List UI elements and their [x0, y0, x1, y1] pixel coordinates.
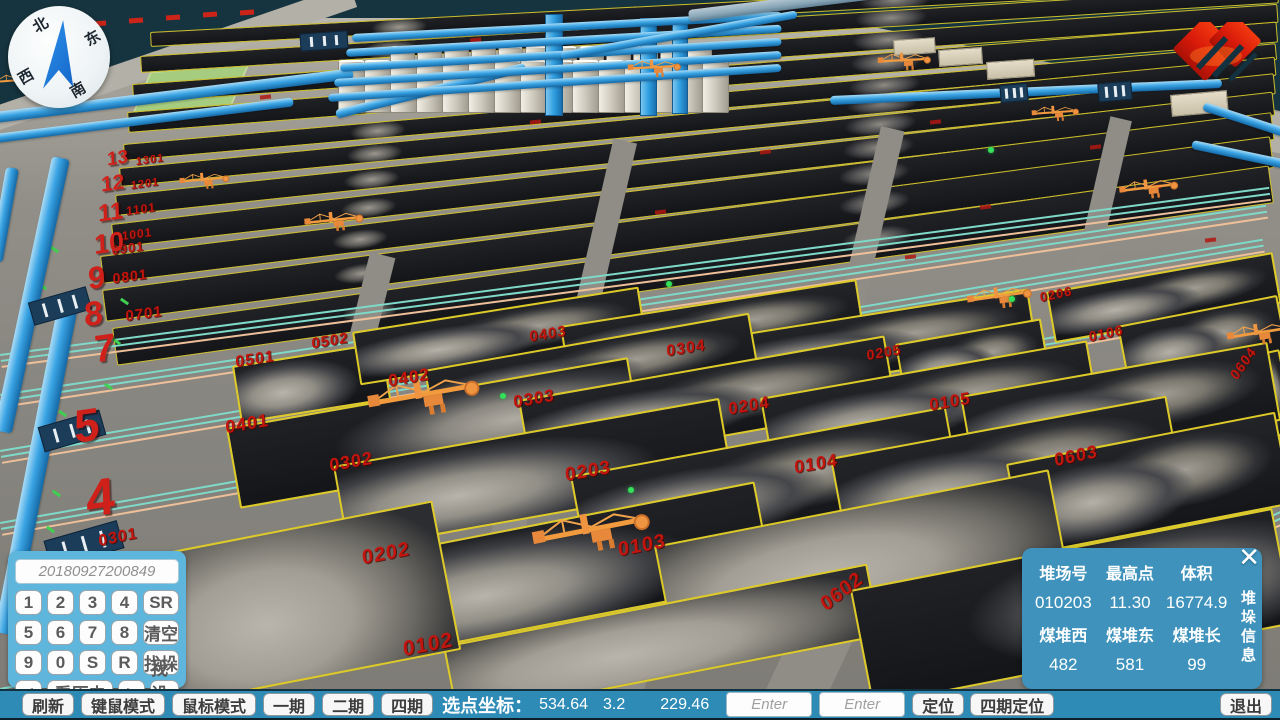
- info-header-cell: 最高点: [1097, 560, 1164, 584]
- junction-box: [999, 83, 1028, 103]
- stacker-reclaimer-machine[interactable]: [1031, 103, 1080, 128]
- key-0[interactable]: 0: [47, 650, 74, 675]
- key-7[interactable]: 7: [79, 620, 106, 645]
- coal-yard-3d-view[interactable]: 1301120111011001090108010701050105020403…: [0, 0, 1280, 720]
- key-9[interactable]: 9: [15, 650, 42, 675]
- enter-input-1[interactable]: [726, 692, 812, 717]
- toolbar-button-四期[interactable]: 四期: [381, 693, 433, 716]
- info-value-cell: 010203: [1030, 593, 1097, 613]
- info-header-cell: 堆场号: [1030, 560, 1097, 584]
- status-dot-green: [1009, 296, 1015, 302]
- row-number: 5: [73, 396, 100, 454]
- status-dot-green: [666, 281, 672, 287]
- quay-red-dash: [129, 18, 143, 24]
- info-value-cell: 16774.9: [1163, 593, 1230, 613]
- keypad-row: 1234SR: [15, 590, 179, 615]
- status-dot-green: [628, 487, 634, 493]
- close-icon[interactable]: ✕: [1238, 544, 1260, 570]
- row-number: 11: [98, 197, 124, 229]
- quay-red-dash: [166, 15, 180, 21]
- quay-red-dash: [203, 12, 217, 18]
- key-SR[interactable]: SR: [143, 590, 179, 615]
- keypad-row: 5678清空: [15, 620, 179, 645]
- status-dot-green: [988, 147, 994, 153]
- distant-pile-mark: [1205, 237, 1216, 242]
- coord-label: 选点坐标：: [442, 692, 532, 718]
- green-marker: [58, 410, 67, 418]
- toolbar-button-四期定位[interactable]: 四期定位: [970, 693, 1054, 716]
- info-value-cell: 11.30: [1097, 593, 1164, 613]
- stacker-reclaimer-machine[interactable]: [627, 57, 682, 85]
- green-marker: [46, 526, 55, 534]
- key-8[interactable]: 8: [111, 620, 138, 645]
- key-S[interactable]: S: [79, 650, 106, 675]
- pile-info-vertical-title: 堆垛信息: [1237, 590, 1258, 666]
- pile-code-input[interactable]: [15, 559, 179, 584]
- junction-box: [1097, 81, 1133, 103]
- info-header-cell: 煤堆西: [1030, 622, 1097, 646]
- key-R[interactable]: R: [111, 650, 138, 675]
- row-number: 7: [93, 326, 115, 372]
- compass-widget[interactable]: 北 东 南 西: [8, 6, 110, 108]
- bottom-toolbar: 刷新键鼠模式鼠标模式一期二期四期 选点坐标： 534.64 3.2 229.46…: [0, 689, 1280, 720]
- toolbar-button-一期[interactable]: 一期: [263, 693, 315, 716]
- info-value-cell: 581: [1097, 655, 1164, 675]
- coord-x-value: 534.64: [539, 696, 588, 714]
- info-header-cell: 体积: [1163, 560, 1230, 584]
- pile-label: 1101: [126, 200, 156, 218]
- junction-box: [299, 30, 348, 51]
- coord-z-value: 229.46: [660, 696, 709, 714]
- row-number: 12: [101, 170, 125, 197]
- row-number: 10: [94, 226, 125, 261]
- key-6[interactable]: 6: [47, 620, 74, 645]
- toolbar-button-定位[interactable]: 定位: [912, 693, 964, 716]
- key-4[interactable]: 4: [111, 590, 138, 615]
- compass-arrow-icon: [32, 16, 88, 96]
- row-number: 9: [87, 259, 105, 298]
- stacker-reclaimer-machine[interactable]: [877, 50, 932, 78]
- pile-info-panel: ✕ 堆场号最高点体积01020311.3016774.9煤堆西煤堆东煤堆长482…: [1022, 548, 1262, 689]
- info-header-cell: 煤堆长: [1163, 622, 1230, 646]
- pile-label: 1201: [131, 176, 160, 192]
- distant-pile-mark: [260, 94, 271, 99]
- stacker-reclaimer-machine[interactable]: [179, 170, 231, 197]
- key-5[interactable]: 5: [15, 620, 42, 645]
- toolbar-button-鼠标模式[interactable]: 鼠标模式: [172, 693, 256, 716]
- status-dot-green: [500, 393, 506, 399]
- warehouse-building: [986, 59, 1035, 80]
- exit-button[interactable]: 退出: [1220, 693, 1272, 716]
- quay-red-dash: [240, 10, 254, 16]
- key-3[interactable]: 3: [79, 590, 106, 615]
- warehouse-building: [938, 47, 983, 67]
- pile-label: 0801: [112, 266, 147, 287]
- keypad-panel: 1234SR5678清空90SR找垛<看历史>找设备: [8, 551, 186, 688]
- key-清空[interactable]: 清空: [143, 620, 179, 645]
- info-value-cell: 99: [1163, 655, 1230, 675]
- toolbar-button-刷新[interactable]: 刷新: [22, 693, 74, 716]
- coord-y-value: 3.2: [603, 696, 625, 714]
- info-header-cell: 煤堆东: [1097, 622, 1164, 646]
- green-marker: [52, 490, 61, 498]
- row-number: 13: [107, 146, 129, 171]
- row-number: 4: [85, 466, 116, 530]
- toolbar-button-键鼠模式[interactable]: 键鼠模式: [81, 693, 165, 716]
- enter-input-2[interactable]: [819, 692, 905, 717]
- conveyor-pipe: [0, 167, 19, 263]
- key-1[interactable]: 1: [15, 590, 42, 615]
- info-value-cell: 482: [1030, 655, 1097, 675]
- toolbar-button-二期[interactable]: 二期: [322, 693, 374, 716]
- key-2[interactable]: 2: [47, 590, 74, 615]
- company-logo-icon: [1164, 22, 1268, 90]
